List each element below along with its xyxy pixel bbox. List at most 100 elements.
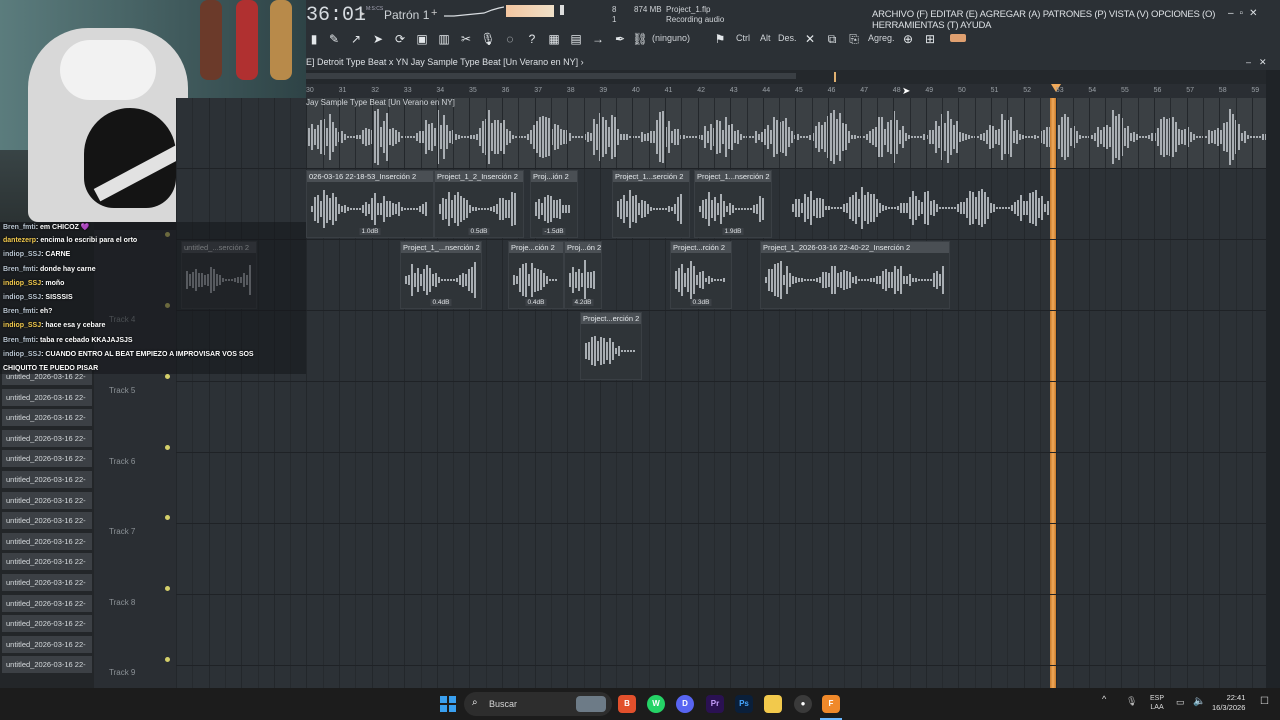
browser-item[interactable]: untitled_2026-03-16 22- — [2, 532, 92, 550]
plugin-icon[interactable]: ⊕ — [900, 30, 916, 48]
track-led[interactable] — [165, 515, 170, 520]
mic-icon[interactable]: 🎙 — [480, 30, 496, 48]
browser-item[interactable]: untitled_2026-03-16 22- — [2, 656, 92, 674]
playlist-grid[interactable]: Jay Sample Type Beat [Un Verano en NY] 0… — [176, 98, 1266, 688]
volume-icon[interactable]: 🔈 — [1193, 696, 1205, 707]
cut-icon[interactable]: ✂ — [458, 30, 474, 48]
song-time[interactable]: 36:01 — [306, 4, 366, 27]
piano-icon[interactable]: ▤ — [568, 30, 584, 48]
ruler-tick: 57 — [1186, 87, 1194, 94]
brave-icon[interactable]: B — [618, 695, 636, 713]
browser-item[interactable]: untitled_2026-03-16 22- — [2, 471, 92, 488]
track-led[interactable] — [165, 374, 170, 379]
system-clock[interactable]: 22:41 16/3/2026 — [1212, 693, 1245, 713]
audio-clip[interactable]: Project_1...serción 2 — [612, 170, 690, 238]
browser-item[interactable]: untitled_2026-03-16 22- — [2, 553, 92, 571]
browser-item[interactable]: untitled_2026-03-16 22- — [2, 512, 92, 530]
browser-item[interactable]: untitled_2026-03-16 22- — [2, 450, 92, 468]
track-label: Track 7 — [109, 527, 136, 536]
browser-item[interactable]: untitled_2026-03-16 22- — [2, 635, 92, 653]
scroll-thumb[interactable] — [306, 73, 796, 79]
chat-text: : donde hay carne — [35, 265, 96, 273]
loop-icon[interactable]: ⟳ — [392, 30, 408, 48]
audio-clip[interactable]: 026-03-16 22-18-53_Inserción 2 1.0dB — [306, 170, 434, 238]
main-menu[interactable]: ARCHIVO (F) EDITAR (E) AGREGAR (A) PATRO… — [872, 9, 1280, 31]
chat-username: indiop_SSJ — [3, 350, 42, 358]
master-volume[interactable] — [560, 5, 564, 15]
playlist-scrollbar[interactable] — [306, 70, 1266, 84]
discord-icon[interactable]: D — [676, 695, 694, 713]
audio-clip[interactable]: Project...erción 2 — [580, 312, 642, 380]
paste-icon[interactable]: ⎘ — [846, 30, 862, 48]
chat-text: : CARNE — [41, 251, 71, 259]
track-led[interactable] — [165, 657, 170, 662]
audio-clip[interactable]: Project_1...nserción 2 1.9dB — [694, 170, 772, 238]
metronome-icon[interactable]: ⚑ — [712, 30, 728, 48]
track-led[interactable] — [165, 586, 170, 591]
save-icon[interactable]: ▣ — [414, 30, 430, 48]
song-position-marker[interactable] — [834, 72, 836, 82]
grid-line — [1251, 98, 1253, 688]
audio-clip[interactable]: Proj...ión 2 -1.5dB — [530, 170, 578, 238]
ctrl-button[interactable]: Ctrl — [736, 33, 750, 43]
browser-item[interactable]: untitled_2026-03-16 22- — [2, 615, 92, 633]
browser-item[interactable]: untitled_2026-03-16 22- — [2, 491, 92, 509]
fl-studio-icon[interactable]: F — [822, 695, 840, 713]
mixer-icon[interactable]: ▥ — [436, 30, 452, 48]
play-arrow-icon[interactable]: ▸ — [361, 9, 365, 18]
track-label: Track 8 — [109, 598, 136, 607]
windows-start-icon[interactable] — [440, 696, 456, 712]
chat-icon[interactable]: ◌ — [502, 30, 518, 48]
photoshop-icon[interactable]: Ps — [735, 695, 753, 713]
ruler-tick: 32 — [371, 87, 379, 94]
paint-icon[interactable]: ➤ — [370, 30, 386, 48]
obs-icon[interactable]: ● — [794, 695, 812, 713]
notification-icon[interactable]: ☐ — [1260, 696, 1269, 707]
browser-item[interactable]: untitled_2026-03-16 22- — [2, 574, 92, 591]
playlist-window-controls[interactable]: –✕ — [1246, 57, 1275, 68]
copy-icon[interactable]: ⧉ — [824, 30, 840, 48]
audio-clip[interactable]: Project_1_...nserción 2 0.4dB — [400, 241, 482, 309]
chat-text: : encima lo escribi para el orto — [36, 237, 138, 245]
track-led[interactable] — [165, 445, 170, 450]
des-button[interactable]: Des. — [778, 33, 797, 43]
audio-clip[interactable]: Project_1_2026-03-16 22-40-22_Inserción … — [760, 241, 950, 309]
browser-item[interactable]: untitled_2026-03-16 22- — [2, 429, 92, 447]
browser-item[interactable]: untitled_2026-03-16 22- — [2, 594, 92, 612]
audio-clip[interactable]: Proje...ción 2 0.4dB — [508, 241, 564, 309]
premiere-icon[interactable]: Pr — [706, 695, 724, 713]
add-pattern-icon[interactable]: + — [431, 7, 437, 19]
agreg-button[interactable]: Agreg. — [868, 33, 895, 43]
snap-selector[interactable]: (ninguno) — [652, 33, 690, 43]
timeline-ruler[interactable]: ➤ 30 31 32 33 34 35 36 37 38 39 40 41 42 43 44 45 46 47 48… — [306, 84, 1266, 98]
ruler-tick: 59 — [1251, 87, 1260, 94]
window-controls[interactable]: –▫✕ — [1228, 8, 1264, 19]
network-icon[interactable]: ▭ — [1176, 697, 1185, 708]
draw-icon[interactable]: ↗ — [348, 30, 364, 48]
browser-item[interactable]: untitled_2026-03-16 22- — [2, 409, 92, 427]
toggle-icon[interactable] — [950, 34, 966, 42]
pen-icon[interactable]: ✒ — [612, 30, 628, 48]
alt-button[interactable]: Alt — [760, 33, 771, 43]
file-icon[interactable]: ▮ — [306, 30, 322, 48]
whatsapp-icon[interactable]: W — [647, 695, 665, 713]
pattern-selector[interactable]: Patrón 1 — [384, 8, 429, 22]
clock-date: 16/3/2026 — [1212, 703, 1246, 712]
brush-icon[interactable]: ✎ — [326, 30, 342, 48]
cart-icon[interactable]: ⊞ — [922, 30, 938, 48]
file-explorer-icon[interactable] — [764, 695, 782, 713]
language-indicator[interactable]: ESP LAA — [1150, 694, 1164, 712]
mic-tray-icon[interactable]: 🎙 — [1126, 696, 1137, 707]
help-icon[interactable]: ? — [524, 30, 540, 48]
arrow-icon[interactable]: → — [590, 30, 606, 48]
taskbar-search[interactable]: ⌕ Buscar — [464, 692, 612, 716]
close-icon[interactable]: ✕ — [802, 30, 818, 48]
ruler-tick: 38 — [566, 87, 575, 94]
audio-clip[interactable]: Project...rción 2 0.3dB — [670, 241, 732, 309]
audio-clip[interactable]: Proj...ón 2 4.2dB — [564, 241, 602, 309]
link-icon[interactable]: ⛓ — [632, 30, 648, 48]
system-tray-icons[interactable]: ^ — [1102, 694, 1106, 704]
pattern-icon[interactable]: ▦ — [546, 30, 562, 48]
audio-clip[interactable]: Project_1_2_Inserción 2 0.5dB — [434, 170, 524, 238]
browser-item[interactable]: untitled_2026-03-16 22- — [2, 388, 92, 406]
